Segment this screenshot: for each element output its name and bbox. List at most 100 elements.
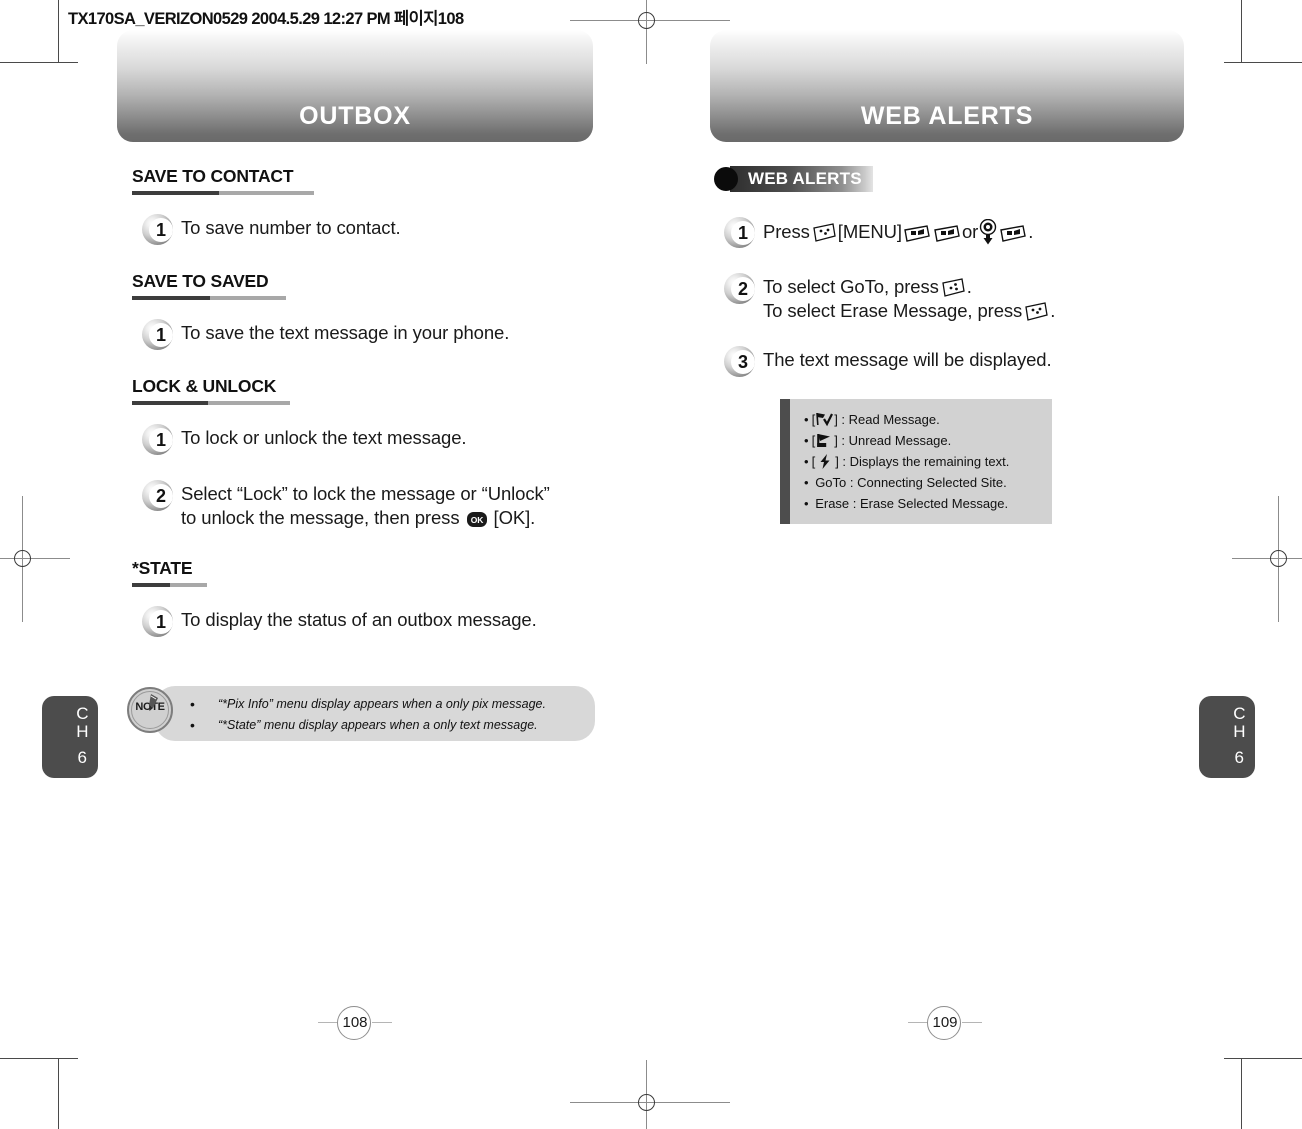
section-lock-unlock: LOCK & UNLOCK 1 To lock or unlock the te… <box>117 376 593 530</box>
bullet-dot-icon <box>714 167 738 191</box>
chapter-tab-right: CH 6 <box>1199 696 1255 778</box>
legend-pre: [ <box>811 433 816 449</box>
folio-left: 108 <box>318 1003 392 1043</box>
page-title: WEB ALERTS <box>860 102 1034 130</box>
registration-mark-top <box>570 0 730 64</box>
or-label: or <box>961 221 979 242</box>
web-alerts-sub-badge: WEB ALERTS <box>714 166 873 192</box>
note-item-text: “*State” menu display appears when a onl… <box>218 718 538 732</box>
note-bullet: • <box>190 717 195 733</box>
chapter-tab-label: CH <box>1233 705 1246 741</box>
step-number: 1 <box>737 223 748 243</box>
legend-pre: [ <box>811 454 816 470</box>
step-line-with-icon: to unlock the message, then press OK [OK… <box>181 506 550 530</box>
step-line: To display the status of an outbox messa… <box>181 609 537 630</box>
sub-badge-label: WEB ALERTS <box>748 169 862 188</box>
chapter-tab-number: 6 <box>1234 748 1244 767</box>
step-item: 1 To lock or unlock the text message. <box>117 423 593 455</box>
menu-label: [MENU] <box>837 221 902 242</box>
trim-mark-bottom-right-vertical <box>1241 1058 1242 1129</box>
step-item: 1 To display the status of an outbox mes… <box>117 605 593 637</box>
section-rule <box>132 191 593 195</box>
page-title: OUTBOX <box>299 102 411 130</box>
step-number-badge: 1 <box>142 424 173 455</box>
step-text: Press [MENU] or. <box>763 216 1033 245</box>
step-line: To save number to contact. <box>181 217 401 238</box>
step-line: The text message will be displayed. <box>763 349 1052 371</box>
page-number: 108 <box>342 1014 368 1031</box>
section-rule <box>132 296 593 300</box>
soft-key-icon <box>811 222 837 244</box>
right-page: WEB ALERTS WEB ALERTS 1 Press [MENU] or. 2 <box>710 30 1184 525</box>
step-number: 1 <box>155 612 166 632</box>
step-line: To lock or unlock the text message. <box>181 427 467 448</box>
legend-item: • Erase : Erase Selected Message. <box>804 493 1044 514</box>
note-badge: NOTE <box>127 687 173 733</box>
legend-info-box: •[] : Read Message. •[] : Unread Message… <box>780 399 1052 525</box>
svg-text:OK: OK <box>470 515 484 525</box>
trim-mark-bottom-left-vertical <box>58 1058 59 1129</box>
goto-period: . <box>966 276 972 297</box>
registration-mark-right <box>1232 496 1302 622</box>
step-number-badge: 1 <box>142 214 173 245</box>
trim-mark-bottom-left-horizontal <box>0 1058 78 1059</box>
step-text: To save number to contact. <box>181 213 401 240</box>
folio-right: 109 <box>908 1003 982 1043</box>
section-state: *STATE 1 To display the status of an out… <box>117 558 593 637</box>
erase-label: To select Erase Message, press <box>763 300 1023 322</box>
legend-pre: [ <box>811 412 816 428</box>
legend-bullet: • <box>804 412 809 428</box>
step-number-badge: 2 <box>142 480 173 511</box>
step-number-badge: 1 <box>142 319 173 350</box>
right-page-banner: WEB ALERTS <box>710 30 1184 142</box>
step-line: To save the text message in your phone. <box>181 322 510 343</box>
trim-mark-bottom-right-horizontal <box>1224 1058 1302 1059</box>
note-item: • “*State” menu display appears when a o… <box>190 715 587 736</box>
goto-label: To select GoTo, press <box>763 276 939 297</box>
bolt-icon <box>818 454 832 470</box>
prepress-header-text: TX170SA_VERIZON0529 2004.5.29 12:27 PM 페… <box>68 10 464 28</box>
key-icon <box>933 224 961 242</box>
navigation-key-down-icon <box>978 219 998 245</box>
trim-mark-top-left-horizontal <box>0 62 78 63</box>
step-line-with-icons: Press [MENU] or. <box>763 219 1033 245</box>
step-text: The text message will be displayed. <box>763 345 1052 372</box>
registration-mark-left <box>0 496 70 622</box>
step-number: 1 <box>155 430 166 450</box>
step-number: 1 <box>155 220 166 240</box>
step-number: 2 <box>737 279 748 299</box>
legend-bullet: • <box>804 433 809 449</box>
key-icon <box>903 224 931 242</box>
ok-key-icon: OK <box>466 511 487 527</box>
step-text: To lock or unlock the text message. <box>181 423 467 450</box>
legend-post: ] : Displays the remaining text. <box>835 454 1010 470</box>
key-icon <box>999 224 1027 242</box>
step-line-text: to unlock the message, then press <box>181 507 465 528</box>
step-number: 2 <box>155 486 166 506</box>
trim-mark-top-right-vertical <box>1241 0 1242 62</box>
trim-mark-top-right-horizontal <box>1224 62 1302 63</box>
chapter-tab-ch: CH <box>1233 704 1246 741</box>
section-rule <box>132 583 593 587</box>
legend-post: GoTo : Connecting Selected Site. <box>815 475 1007 491</box>
section-heading: LOCK & UNLOCK <box>132 376 277 396</box>
step-item: 2 Select “Lock” to lock the message or “… <box>117 479 593 530</box>
section-heading: SAVE TO CONTACT <box>132 166 294 186</box>
legend-post: ] : Unread Message. <box>834 433 952 449</box>
registration-mark-bottom <box>570 1060 730 1129</box>
step-number-badge: 3 <box>724 346 755 378</box>
step-line-erase: To select Erase Message, press. <box>763 299 1055 323</box>
legend-bullet: • <box>804 475 809 491</box>
chapter-tab-left: CH 6 <box>42 696 98 778</box>
chapter-tab-label: CH <box>76 705 89 741</box>
legend-item: •[] : Read Message. <box>804 409 1044 430</box>
step-number-badge: 2 <box>724 273 755 304</box>
legend-body: •[] : Read Message. •[] : Unread Message… <box>790 399 1052 525</box>
step-item: 1 Press [MENU] or. <box>710 216 1184 248</box>
step-number-badge: 1 <box>142 606 173 637</box>
step-text: To display the status of an outbox messa… <box>181 605 537 632</box>
press-label: Press <box>763 221 810 242</box>
period-label: . <box>1028 221 1034 242</box>
legend-item: • GoTo : Connecting Selected Site. <box>804 472 1044 493</box>
step-text: To select GoTo, press. To select Erase M… <box>763 272 1055 323</box>
